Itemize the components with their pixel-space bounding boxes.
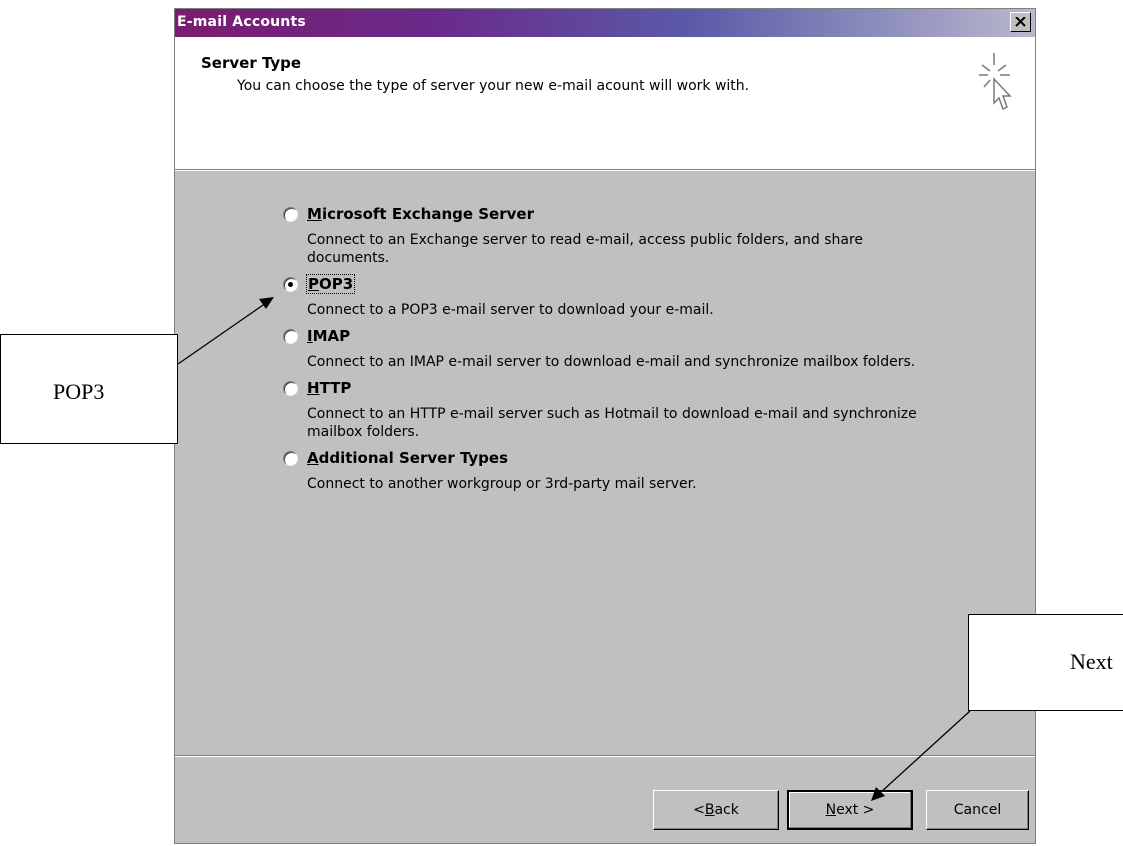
cancel-button[interactable]: Cancel [926,790,1029,830]
option-additional-label[interactable]: Additional Server Types [307,449,508,467]
back-button[interactable]: < Back [653,790,779,830]
next-button-mnemonic: N [825,802,837,818]
callout-pop3: POP3 [0,334,178,444]
callout-pop3-text: POP3 [53,379,105,404]
close-button[interactable] [1010,12,1031,32]
next-button-rest: ext > [836,802,875,818]
close-icon [1015,17,1026,27]
callout-next: Next [968,614,1123,711]
page-title: Server Type [201,54,302,72]
footer-divider [175,755,1035,757]
back-button-mnemonic: B [704,802,715,818]
option-exchange-description: Connect to an Exchange server to read e-… [307,232,864,266]
page-subtitle: You can choose the type of server your n… [237,78,750,94]
radio-imap[interactable] [283,328,298,344]
option-pop3-label[interactable]: POP3 [305,274,356,294]
option-additional-description: Connect to another workgroup or 3rd-part… [307,476,697,492]
wizard-header: Server Type You can choose the type of s… [175,37,1035,170]
option-http-description: Connect to an HTTP e-mail server such as… [307,406,917,440]
option-additional[interactable]: Additional Server Types [283,447,983,469]
callout-next-text: Next [1070,649,1113,674]
wizard-cursor-icon [979,53,1012,111]
radio-pop3[interactable] [283,276,298,292]
server-type-options: Microsoft Exchange Server Connect to an … [283,203,983,499]
option-http-label[interactable]: HTTP [307,379,351,397]
title-bar[interactable]: E-mail Accounts [175,9,1035,37]
window-title: E-mail Accounts [177,14,306,30]
option-pop3-description: Connect to a POP3 e-mail server to downl… [307,302,714,318]
email-accounts-dialog: E-mail Accounts Server Type You can choo… [174,8,1036,844]
option-imap-label[interactable]: IMAP [307,327,350,345]
radio-http[interactable] [283,380,298,396]
back-button-prefix: < [693,802,705,818]
radio-exchange[interactable] [283,206,298,222]
back-button-rest: ack [714,802,739,818]
option-exchange[interactable]: Microsoft Exchange Server [283,203,983,225]
option-http[interactable]: HTTP [283,377,983,399]
option-imap[interactable]: IMAP [283,325,983,347]
option-imap-description: Connect to an IMAP e-mail server to down… [307,354,916,370]
next-button[interactable]: Next > [787,790,913,830]
option-pop3[interactable]: POP3 [283,273,983,295]
header-divider [175,170,1035,171]
radio-additional[interactable] [283,450,298,466]
option-exchange-label[interactable]: Microsoft Exchange Server [307,205,534,223]
